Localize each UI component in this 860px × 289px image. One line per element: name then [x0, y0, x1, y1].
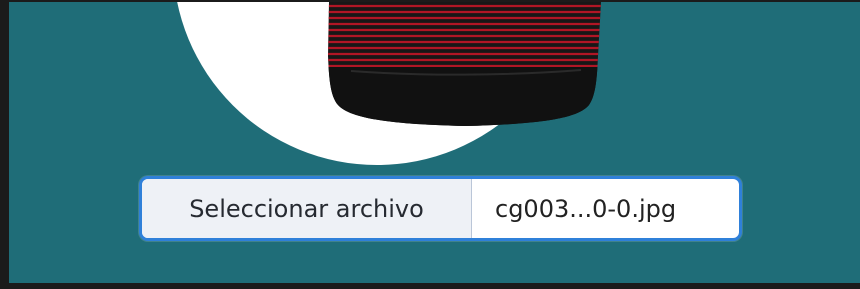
product-image	[328, 2, 601, 126]
preview-panel: Seleccionar archivo cg003...0-0.jpg	[0, 0, 860, 289]
select-file-button[interactable]: Seleccionar archivo	[142, 179, 472, 238]
selected-file-name: cg003...0-0.jpg	[495, 194, 677, 223]
file-upload-input[interactable]: Seleccionar archivo cg003...0-0.jpg	[139, 176, 742, 241]
